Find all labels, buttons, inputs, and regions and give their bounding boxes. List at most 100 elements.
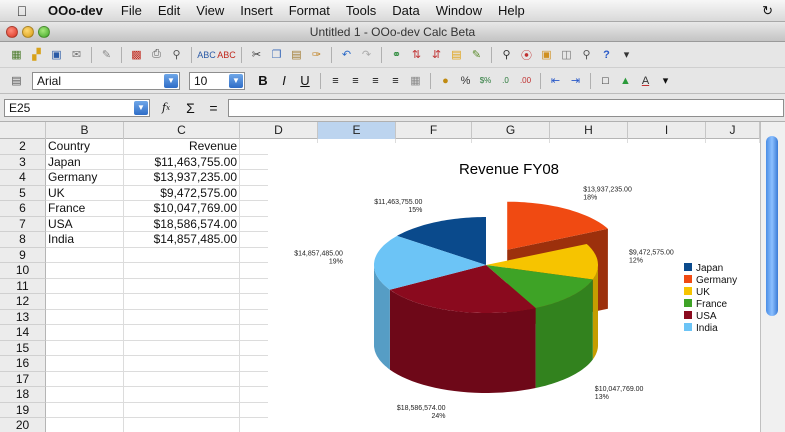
column-header-f[interactable]: F <box>396 122 472 139</box>
currency-format-icon[interactable]: ● <box>437 72 454 89</box>
grid-cell[interactable]: $13,937,235.00 <box>124 170 240 186</box>
column-header-c[interactable]: C <box>124 122 240 139</box>
grid-cell[interactable]: $18,586,574.00 <box>124 216 240 232</box>
row-header[interactable]: 3 <box>0 154 46 170</box>
page-preview-icon[interactable]: ⚲ <box>168 46 185 63</box>
open-folder-icon[interactable]: ▞ <box>28 46 45 63</box>
row-header[interactable]: 6 <box>0 201 46 217</box>
data-sources-icon[interactable]: ◫ <box>558 46 575 63</box>
grid-cell[interactable] <box>46 387 124 403</box>
borders-icon[interactable]: □ <box>597 72 614 89</box>
grid-cell[interactable] <box>46 356 124 372</box>
merge-cells-icon[interactable]: ▦ <box>407 72 424 89</box>
italic-button[interactable]: I <box>275 73 293 88</box>
close-window-button[interactable] <box>6 26 18 38</box>
underline-button[interactable]: U <box>296 73 314 88</box>
row-header[interactable]: 19 <box>0 402 46 418</box>
column-header-d[interactable]: D <box>240 122 318 139</box>
grid-cell[interactable]: UK <box>46 185 124 201</box>
sum-icon[interactable]: Σ <box>182 99 199 116</box>
bold-button[interactable]: B <box>254 73 272 88</box>
show-draw-functions-icon[interactable]: ✎ <box>468 46 485 63</box>
menu-insert[interactable]: Insert <box>232 3 281 18</box>
menu-tools[interactable]: Tools <box>338 3 384 18</box>
new-document-icon[interactable]: ▦ <box>8 46 25 63</box>
export-pdf-icon[interactable]: ▩ <box>128 46 145 63</box>
grid-cell[interactable]: Country <box>46 139 124 155</box>
grid-cell[interactable]: $11,463,755.00 <box>124 154 240 170</box>
vertical-scrollbar[interactable] <box>760 122 785 432</box>
add-decimal-icon[interactable]: .0 <box>497 72 514 89</box>
grid-cell[interactable] <box>46 340 124 356</box>
grid-cell[interactable]: Japan <box>46 154 124 170</box>
chevron-down-icon[interactable]: ▼ <box>229 73 243 88</box>
column-header-e[interactable]: E <box>318 122 396 139</box>
decrease-indent-icon[interactable]: ⇤ <box>547 72 564 89</box>
grid-cell[interactable] <box>124 356 240 372</box>
grid-cell[interactable]: Revenue <box>124 139 240 155</box>
grid-cell[interactable]: $9,472,575.00 <box>124 185 240 201</box>
grid-cell[interactable] <box>124 309 240 325</box>
grid-cell[interactable] <box>124 387 240 403</box>
styles-formatting-icon[interactable]: ▤ <box>8 72 25 89</box>
row-header[interactable]: 15 <box>0 340 46 356</box>
row-header[interactable]: 10 <box>0 263 46 279</box>
grid-cell[interactable] <box>46 309 124 325</box>
column-header-j[interactable]: J <box>706 122 760 139</box>
menu-help[interactable]: Help <box>490 3 533 18</box>
grid-cell[interactable]: India <box>46 232 124 248</box>
row-header[interactable]: 12 <box>0 294 46 310</box>
minimize-window-button[interactable] <box>22 26 34 38</box>
grid-cell[interactable] <box>46 294 124 310</box>
grid-cell[interactable] <box>124 340 240 356</box>
row-header[interactable]: 5 <box>0 185 46 201</box>
row-header[interactable]: 16 <box>0 356 46 372</box>
grid-cell[interactable] <box>124 263 240 279</box>
row-header[interactable]: 8 <box>0 232 46 248</box>
pie-chart[interactable]: Revenue FY08 $11,463,755.0015% $13,937,23… <box>268 143 760 432</box>
toolbar-options-icon[interactable]: ▾ <box>618 46 635 63</box>
edit-file-icon[interactable]: ✎ <box>98 46 115 63</box>
grid-cell[interactable] <box>46 247 124 263</box>
column-header-g[interactable]: G <box>472 122 550 139</box>
hyperlink-icon[interactable]: ⚭ <box>388 46 405 63</box>
clone-formatting-icon[interactable]: ✑ <box>308 46 325 63</box>
standard-format-icon[interactable]: $% <box>477 72 494 89</box>
name-box[interactable]: E25 ▼ <box>4 98 150 117</box>
grid-cell[interactable]: Germany <box>46 170 124 186</box>
row-header[interactable]: 7 <box>0 216 46 232</box>
menu-view[interactable]: View <box>188 3 232 18</box>
row-header[interactable]: 18 <box>0 387 46 403</box>
grid-cell[interactable]: France <box>46 201 124 217</box>
grid-cell[interactable]: $14,857,485.00 <box>124 232 240 248</box>
menu-edit[interactable]: Edit <box>150 3 188 18</box>
app-menu[interactable]: OOo-dev <box>44 3 113 18</box>
formula-input[interactable] <box>228 98 784 117</box>
print-icon[interactable]: ⎙ <box>148 46 165 63</box>
grid-cell[interactable] <box>46 278 124 294</box>
percent-format-icon[interactable]: % <box>457 72 474 89</box>
save-icon[interactable]: ▣ <box>48 46 65 63</box>
font-color-icon[interactable]: A <box>637 72 654 89</box>
grid-cell[interactable] <box>124 247 240 263</box>
column-header-h[interactable]: H <box>550 122 628 139</box>
corner-select-all[interactable] <box>0 122 46 139</box>
grid-cell[interactable] <box>46 263 124 279</box>
grid-cell[interactable] <box>124 402 240 418</box>
chevron-down-icon[interactable]: ▼ <box>164 73 178 88</box>
row-header[interactable]: 4 <box>0 170 46 186</box>
spellcheck-icon[interactable]: ABC <box>197 46 216 63</box>
row-header[interactable]: 13 <box>0 309 46 325</box>
sort-descending-icon[interactable]: ⇵ <box>428 46 445 63</box>
grid-cell[interactable]: USA <box>46 216 124 232</box>
grid-cell[interactable] <box>124 294 240 310</box>
column-header-i[interactable]: I <box>628 122 706 139</box>
grid-cell[interactable] <box>124 325 240 341</box>
help-icon[interactable]: ? <box>598 46 615 63</box>
menu-data[interactable]: Data <box>384 3 427 18</box>
email-icon[interactable]: ✉ <box>68 46 85 63</box>
autospellcheck-icon[interactable]: ABC <box>217 46 236 63</box>
gallery-icon[interactable]: ▣ <box>538 46 555 63</box>
time-machine-icon[interactable]: ↻ <box>762 3 773 19</box>
background-color-icon[interactable]: ▲ <box>617 72 634 89</box>
